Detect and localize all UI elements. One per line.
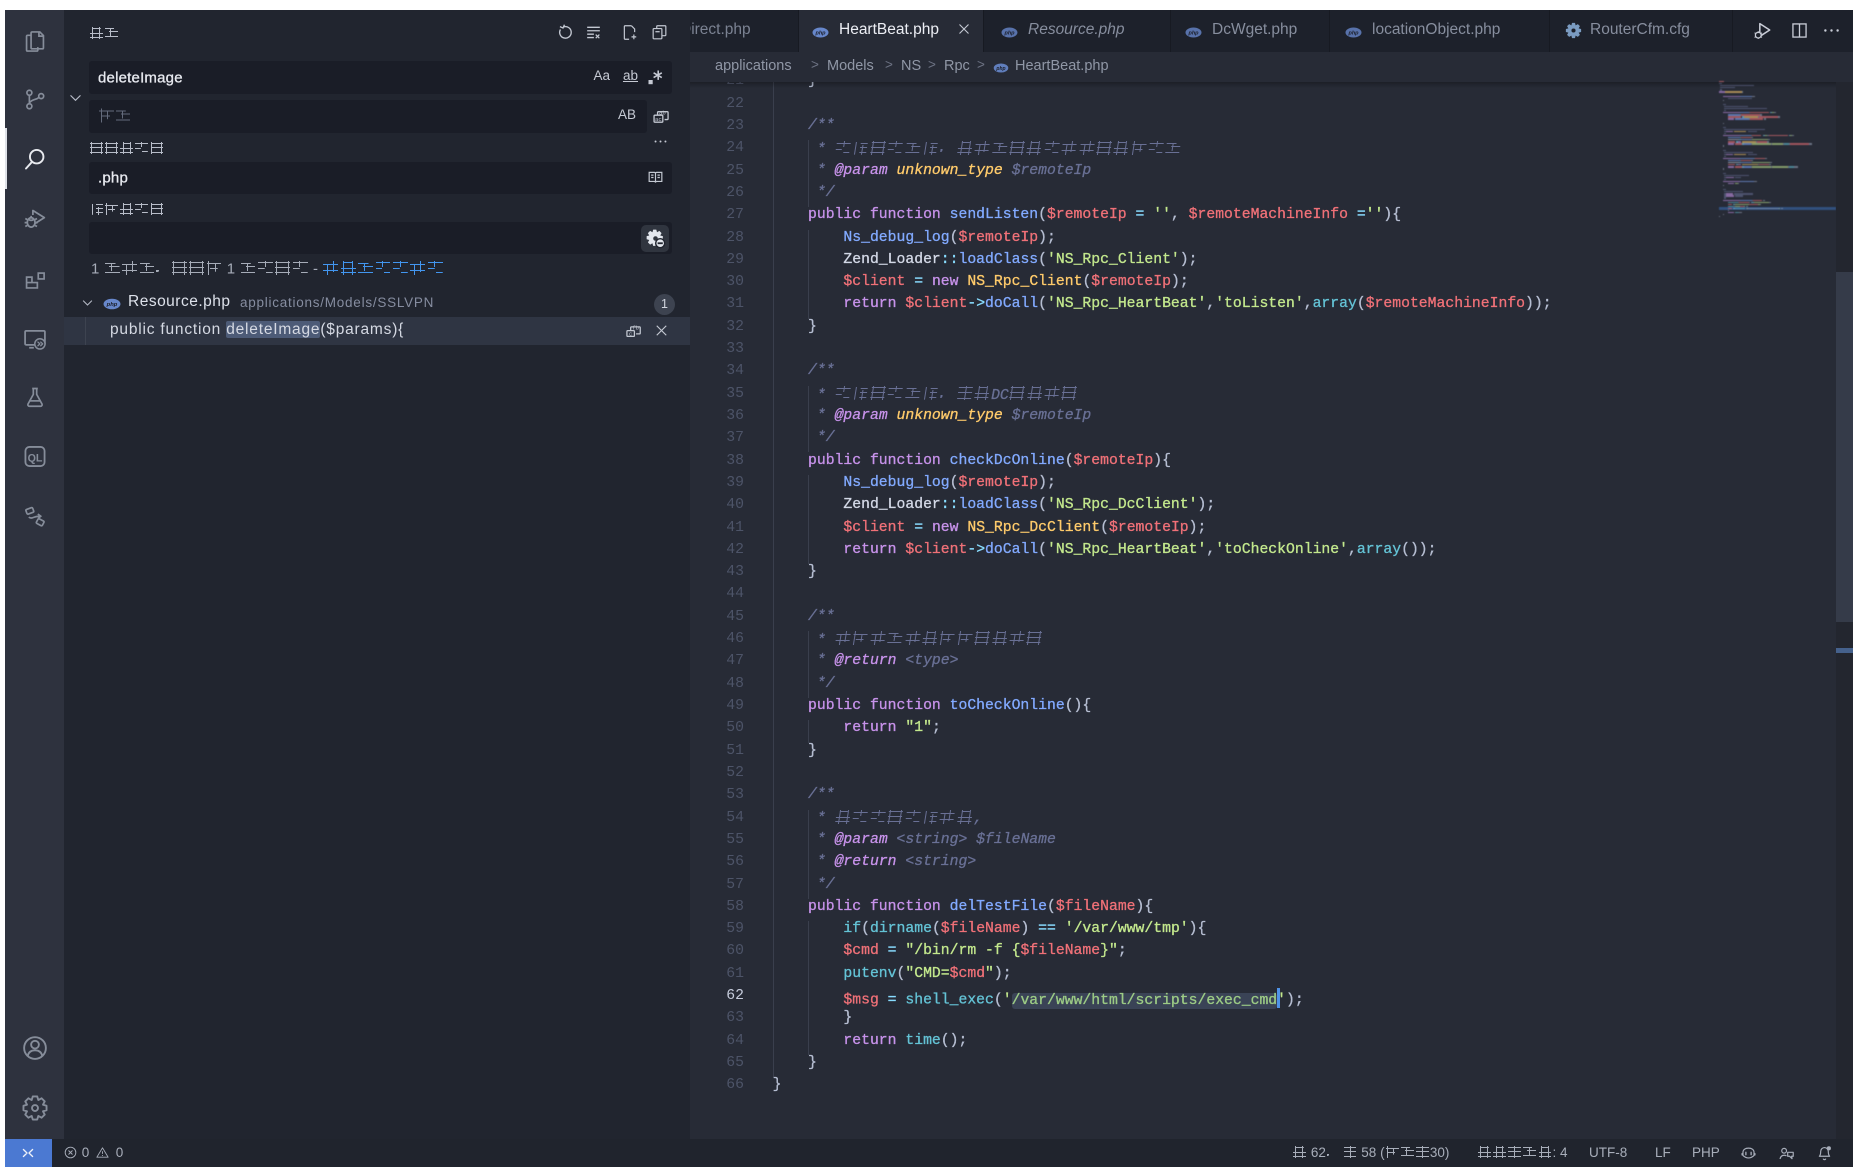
svg-text:QL: QL xyxy=(27,452,42,464)
svg-text:php: php xyxy=(1003,31,1015,37)
svg-text:fb: fb xyxy=(632,325,639,332)
svg-text:php: php xyxy=(106,302,118,308)
svg-text:php: php xyxy=(1187,31,1199,37)
svg-text:php: php xyxy=(1347,31,1359,37)
svg-text:ab: ab xyxy=(659,109,666,116)
svg-text:ac: ac xyxy=(655,116,662,123)
svg-text:php: php xyxy=(814,31,826,37)
svg-text:php: php xyxy=(995,66,1005,72)
